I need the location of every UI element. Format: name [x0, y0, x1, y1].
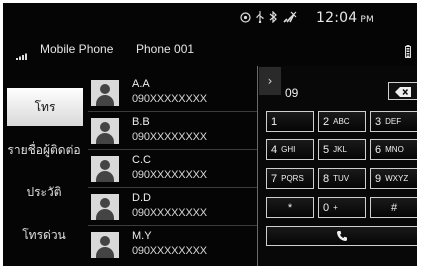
- divider: [88, 111, 258, 112]
- status-bar: 12:04 PM: [3, 3, 417, 33]
- dial-key-3[interactable]: 3 DEF: [370, 111, 417, 132]
- dial-key-2[interactable]: 2 ABC: [318, 111, 366, 132]
- dial-key-5[interactable]: 5 JKL: [318, 139, 366, 160]
- clock-ampm: PM: [360, 15, 374, 25]
- clock: 12:04 PM: [316, 10, 374, 26]
- location-pin-icon: [240, 11, 251, 23]
- list-item[interactable]: A.A 090XXXXXXXX: [88, 73, 258, 111]
- key-digit: *: [287, 201, 293, 214]
- key-letters: MNO: [385, 145, 404, 154]
- list-item[interactable]: C.C 090XXXXXXXX: [88, 149, 258, 187]
- list-item[interactable]: M.Y 090XXXXXXXX: [88, 225, 258, 263]
- key-digit: 4: [271, 143, 278, 156]
- key-letters: TUV: [333, 174, 350, 183]
- nav-item-label: รายชื่อผู้ติดต่อ: [7, 142, 81, 157]
- dial-key-4[interactable]: 4 GHI: [266, 139, 314, 160]
- dial-key-0[interactable]: 0 +: [318, 197, 366, 218]
- dial-key-7[interactable]: 7 PQRS: [266, 168, 314, 189]
- key-letters: ABC: [333, 117, 350, 126]
- phone-screen: 12:04 PM Mobile Phone Phone 001 โทร รายชื…: [3, 3, 417, 266]
- contact-list: A.A 090XXXXXXXX B.B 090XXXXXXXX C.C 090X…: [88, 73, 258, 266]
- key-letters: WXYZ: [385, 174, 409, 183]
- key-digit: 1: [271, 115, 278, 128]
- bluetooth-icon: [269, 11, 278, 23]
- contact-name: M.Y: [132, 230, 152, 242]
- contact-name: A.A: [132, 78, 150, 90]
- key-digit: 2: [323, 115, 330, 128]
- key-digit: 8: [323, 172, 330, 185]
- key-letters: PQRS: [281, 174, 304, 183]
- avatar: [91, 80, 119, 106]
- battery-icon: [405, 43, 411, 62]
- contact-name: B.B: [132, 116, 150, 128]
- list-item[interactable]: B.B 090XXXXXXXX: [88, 111, 258, 149]
- avatar: [91, 232, 119, 258]
- avatar: [91, 194, 119, 220]
- key-digit: 9: [375, 172, 382, 185]
- contact-name: D.D: [132, 192, 151, 204]
- contact-number: 090XXXXXXXX: [132, 207, 207, 219]
- key-letters: GHI: [281, 145, 296, 154]
- key-digit: 0: [323, 201, 330, 214]
- dial-key-1[interactable]: 1: [266, 111, 314, 132]
- clock-time: 12:04: [316, 10, 358, 26]
- dial-key-star[interactable]: *: [266, 197, 314, 218]
- nav-item-label: โทรด่วน: [22, 227, 66, 242]
- contact-number: 090XXXXXXXX: [132, 131, 207, 143]
- key-digit: 5: [323, 143, 330, 156]
- backspace-icon: [395, 82, 411, 101]
- nav-item-history[interactable]: ประวัติ: [3, 173, 85, 211]
- nav-item-call[interactable]: โทร: [7, 88, 83, 126]
- key-digit: 7: [271, 172, 278, 185]
- nav-item-label: โทร: [34, 99, 56, 114]
- divider: [88, 225, 258, 226]
- divider: [88, 149, 258, 150]
- divider: [88, 187, 258, 188]
- phone-handset-icon: [336, 227, 348, 246]
- call-button[interactable]: [266, 226, 417, 246]
- key-digit: #: [390, 201, 398, 214]
- usb-icon: [256, 11, 264, 23]
- key-letters: JKL: [333, 145, 347, 154]
- dial-key-9[interactable]: 9 WXYZ: [370, 168, 417, 189]
- key-letters: DEF: [385, 117, 402, 126]
- avatar: [91, 156, 119, 182]
- chevron-right-icon: ›: [267, 74, 273, 88]
- contact-number: 090XXXXXXXX: [132, 245, 207, 257]
- dialed-number-display: 09: [285, 86, 299, 100]
- signal-bars-icon: [16, 45, 30, 64]
- dial-key-hash[interactable]: #: [370, 197, 417, 218]
- no-signal-icon: [283, 11, 297, 23]
- contact-number: 090XXXXXXXX: [132, 93, 207, 105]
- avatar: [91, 118, 119, 144]
- key-letters: +: [333, 203, 338, 212]
- dial-key-8[interactable]: 8 TUV: [318, 168, 366, 189]
- key-digit: 3: [375, 115, 382, 128]
- phone-header: Mobile Phone Phone 001: [3, 36, 417, 64]
- list-item[interactable]: D.D 090XXXXXXXX: [88, 187, 258, 225]
- dial-key-6[interactable]: 6 MNO: [370, 139, 417, 160]
- left-nav: โทร รายชื่อผู้ติดต่อ ประวัติ โทรด่วน: [3, 73, 85, 253]
- carrier-label: Mobile Phone: [40, 42, 114, 56]
- contact-name: C.C: [132, 154, 151, 166]
- connected-phone-name: Phone 001: [136, 42, 195, 56]
- status-icons: [240, 11, 297, 23]
- nav-item-speed-dial[interactable]: โทรด่วน: [3, 216, 85, 254]
- collapse-dialpad-button[interactable]: ›: [259, 67, 281, 95]
- dial-pad-panel: › 09 1 2 ABC 3 DEF 4 GHI 5 JKL 6 MNO 7 PQRS 8T…: [257, 66, 417, 266]
- backspace-button[interactable]: [388, 82, 417, 100]
- contact-number: 090XXXXXXXX: [132, 169, 207, 181]
- key-digit: 6: [375, 143, 382, 156]
- nav-item-contacts[interactable]: รายชื่อผู้ติดต่อ: [3, 131, 85, 169]
- nav-item-label: ประวัติ: [26, 184, 62, 199]
